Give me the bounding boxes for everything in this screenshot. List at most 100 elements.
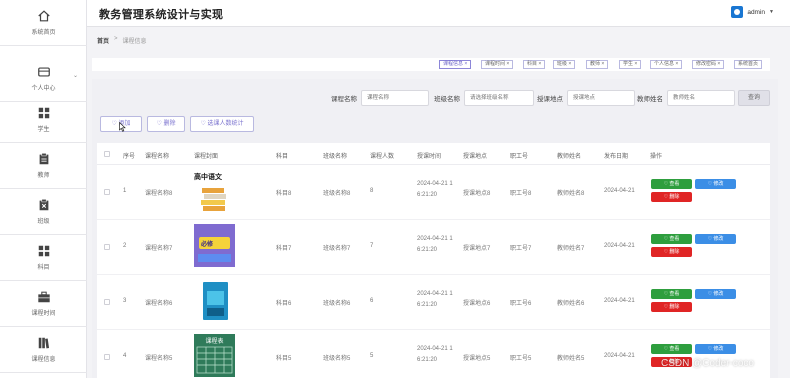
sidebar-item-subjects[interactable]: 科目 (0, 235, 87, 281)
tab-strip: 课程信息 × 课程时间 × 科目 × 班级 × 教师 × 学生 × 个人信息 ×… (92, 58, 770, 71)
user-name: admin (747, 8, 766, 16)
sidebar-item-profile[interactable]: 个人中心 ⌄ (0, 56, 87, 102)
caret-down-icon: ▼ (769, 9, 774, 15)
book-icon (38, 337, 49, 349)
grid-icon (38, 107, 49, 119)
cell-count: 8 (370, 188, 374, 194)
view-button[interactable]: ♡ 查看 (651, 179, 692, 189)
stats-button-label: 选课人数统计 (207, 121, 244, 127)
tab-change-password[interactable]: 修改密码 × (692, 60, 725, 69)
row-checkbox[interactable] (104, 299, 110, 305)
cell-staff-no: 职工号6 (510, 301, 532, 307)
teacher-input[interactable] (667, 90, 735, 106)
tab-students[interactable]: 学生 × (619, 60, 642, 69)
search-class: 班级名称 (434, 90, 534, 106)
sidebar-item-label: 学生 (37, 127, 50, 133)
edit-button[interactable]: ♡ 修改 (695, 289, 736, 299)
header-cover: 课程封面 (194, 154, 219, 160)
cell-time: 2024-04-21 1 (417, 346, 453, 352)
sidebar-item-label: 个人中心 (31, 86, 56, 92)
tab-classes[interactable]: 班级 × (553, 60, 576, 69)
cell-time: 2024-04-21 1 (417, 181, 453, 187)
sidebar-item-home[interactable]: 系统首页 (0, 0, 87, 46)
tab-subjects[interactable]: 科目 × (523, 60, 546, 69)
sidebar-item-teachers[interactable]: 教师 (0, 143, 87, 189)
watermark: CSDN @Coder-coco (661, 358, 754, 369)
delete-row-button[interactable]: ♡ 删除 (651, 247, 692, 257)
cell-staff-no: 职工号8 (510, 191, 532, 197)
heart-icon: ♡ (156, 121, 164, 127)
search-button[interactable]: 查询 (738, 90, 770, 106)
delete-row-button[interactable]: ♡ 删除 (651, 302, 692, 312)
chevron-down-icon: ⌄ (72, 73, 78, 79)
cell-course-name: 课程名称6 (145, 301, 173, 307)
header-actions: 操作 (650, 154, 663, 160)
sidebar-item-label: 系统首页 (31, 30, 56, 36)
sidebar-item-classes[interactable]: 班级 (0, 189, 87, 235)
breadcrumb: 首页 > 课程信息 (97, 36, 147, 45)
tab-home[interactable]: 系统首页 (734, 60, 763, 69)
cell-teacher: 教师姓名5 (557, 356, 585, 362)
select-all-checkbox[interactable] (104, 151, 110, 157)
cell-count: 5 (370, 353, 374, 359)
class-name-select[interactable] (464, 90, 534, 106)
row-checkbox[interactable] (104, 354, 110, 360)
cell-no: 4 (123, 353, 127, 359)
cell-date: 2024-04-21 (604, 353, 635, 359)
cell-course-name: 课程名称7 (145, 246, 173, 252)
app-title: 教务管理系统设计与实现 (99, 9, 224, 21)
search-place: 授课地点 (537, 90, 635, 106)
cell-subject: 科目8 (276, 191, 292, 197)
delete-button[interactable]: ♡ 删除 (147, 116, 185, 132)
cell-time-cont: 6:21:20 (417, 302, 438, 308)
table-row: 4 课程名称5 课程表 科目5 班级名称5 5 2024-04-21 1 6:2… (97, 330, 770, 378)
cell-time-cont: 6:21:20 (417, 357, 438, 363)
cell-time-cont: 6:21:20 (417, 247, 438, 253)
sidebar-item-course-info[interactable]: 课程信息 (0, 327, 87, 373)
stats-button[interactable]: ♡ 选课人数统计 (190, 116, 254, 132)
tab-course-time[interactable]: 课程时间 × (481, 60, 514, 69)
view-button[interactable]: ♡ 查看 (651, 234, 692, 244)
edit-button[interactable]: ♡ 修改 (695, 344, 736, 354)
cell-place: 授课地点6 (463, 301, 491, 307)
search-teacher-label: 教师姓名 (637, 96, 663, 103)
course-name-input[interactable] (361, 90, 429, 106)
header-teacher: 教师姓名 (557, 154, 582, 160)
edit-button[interactable]: ♡ 修改 (695, 179, 736, 189)
user-menu[interactable]: admin ▼ (731, 6, 774, 18)
search-place-label: 授课地点 (537, 96, 563, 103)
delete-row-button[interactable]: ♡ 删除 (651, 192, 692, 202)
cell-class: 班级名称7 (323, 246, 351, 252)
clipboard-icon (39, 153, 48, 165)
view-button[interactable]: ♡ 查看 (651, 289, 692, 299)
cell-count: 7 (370, 243, 374, 249)
cell-class: 班级名称6 (323, 301, 351, 307)
header-time: 授课时间 (417, 154, 442, 160)
table-header: 序号 课程名称 课程封面 科目 班级名称 课程人数 授课时间 授课地点 职工号 … (97, 143, 770, 165)
course-cover-image: 必修 (194, 224, 235, 267)
view-button[interactable]: ♡ 查看 (651, 344, 692, 354)
sidebar-item-label: 课程信息 (31, 357, 56, 363)
heart-icon: ♡ (111, 121, 119, 127)
breadcrumb-home[interactable]: 首页 (97, 36, 109, 45)
header-class: 班级名称 (323, 154, 348, 160)
avatar (731, 6, 744, 18)
sidebar-item-course-time[interactable]: 课程时间 (0, 281, 87, 327)
tab-teachers[interactable]: 教师 × (586, 60, 609, 69)
sidebar-item-label: 教师 (37, 173, 50, 179)
row-checkbox[interactable] (104, 189, 110, 195)
tab-course-info[interactable]: 课程信息 × (439, 60, 472, 69)
tab-profile[interactable]: 个人信息 × (650, 60, 683, 69)
course-cover-image (194, 279, 235, 322)
cell-time: 2024-04-21 1 (417, 236, 453, 242)
row-checkbox[interactable] (104, 244, 110, 250)
edit-button[interactable]: ♡ 修改 (695, 234, 736, 244)
cell-place: 授课地点5 (463, 356, 491, 362)
cell-date: 2024-04-21 (604, 298, 635, 304)
sidebar-item-students[interactable]: 学生 (0, 97, 87, 143)
place-input[interactable] (567, 90, 635, 106)
sidebar: 系统首页 个人中心 ⌄ 学生 教师 班级 科目 课程时间 课程信息 (0, 0, 87, 378)
schedule-grid-illustration (196, 346, 233, 374)
table-row: 3 课程名称6 科目6 班级名称6 6 2024-04-21 1 6:21:20… (97, 275, 770, 330)
home-icon (37, 10, 50, 22)
